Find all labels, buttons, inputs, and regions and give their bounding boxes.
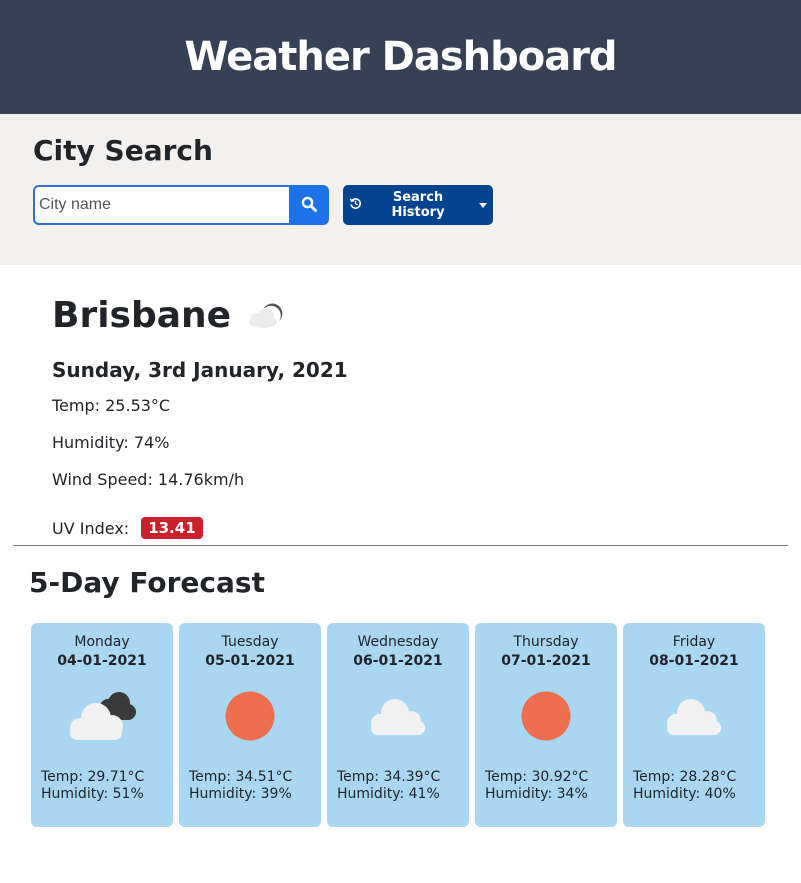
forecast-humidity: Humidity: 34% xyxy=(485,786,588,802)
uv-index-badge: 13.41 xyxy=(141,517,203,539)
search-history-label: Search History xyxy=(391,190,445,220)
current-weather: Brisbane Sunday, 3rd January, 2021 Temp:… xyxy=(0,265,801,545)
forecast-day: Friday xyxy=(672,634,716,650)
cloud-icon xyxy=(633,677,755,755)
forecast-date: 05-01-2021 xyxy=(205,653,295,669)
search-icon xyxy=(301,196,317,215)
forecast-date: 08-01-2021 xyxy=(649,653,739,669)
forecast-day: Wednesday xyxy=(357,634,439,650)
search-input-group xyxy=(33,185,329,225)
forecast-date: 04-01-2021 xyxy=(57,653,147,669)
forecast-humidity: Humidity: 51% xyxy=(41,786,144,802)
city-name: Brisbane xyxy=(52,295,232,336)
forecast-card: Wednesday 06-01-2021 Temp: 34.39°C Humid… xyxy=(327,623,469,827)
forecast-day: Monday xyxy=(74,634,130,650)
forecast-day: Thursday xyxy=(513,634,579,650)
forecast-title: 5-Day Forecast xyxy=(29,566,265,599)
forecast-humidity: Humidity: 41% xyxy=(337,786,440,802)
forecast-card: Thursday 07-01-2021 Temp: 30.92°C Humidi… xyxy=(475,623,617,827)
forecast-card: Friday 08-01-2021 Temp: 28.28°C Humidity… xyxy=(623,623,765,827)
app-header: Weather Dashboard xyxy=(0,0,801,114)
forecast-section: 5-Day Forecast Monday 04-01-2021 Temp: 2… xyxy=(0,546,801,827)
city-search-title: City Search xyxy=(33,134,213,167)
current-temp: Temp: 25.53°C xyxy=(52,396,171,415)
forecast-humidity: Humidity: 39% xyxy=(189,786,292,802)
chevron-down-icon xyxy=(479,202,487,208)
current-date: Sunday, 3rd January, 2021 xyxy=(52,358,348,382)
search-button[interactable] xyxy=(289,185,329,225)
cloudy-night-icon xyxy=(241,296,287,336)
broken-clouds-icon xyxy=(41,677,163,755)
forecast-date: 07-01-2021 xyxy=(501,653,591,669)
forecast-temp: Temp: 34.39°C xyxy=(337,769,441,785)
city-search-input[interactable] xyxy=(33,185,289,225)
forecast-day: Tuesday xyxy=(221,634,279,650)
clear-sky-icon xyxy=(485,677,607,755)
current-humidity: Humidity: 74% xyxy=(52,433,170,452)
history-icon xyxy=(349,197,362,214)
clear-sky-icon xyxy=(189,677,311,755)
forecast-card: Monday 04-01-2021 Temp: 29.71°C Humidity… xyxy=(31,623,173,827)
forecast-cards: Monday 04-01-2021 Temp: 29.71°C Humidity… xyxy=(29,623,772,827)
forecast-temp: Temp: 30.92°C xyxy=(485,769,589,785)
current-wind-speed: Wind Speed: 14.76km/h xyxy=(52,470,245,489)
city-heading-row: Brisbane xyxy=(52,295,749,336)
cloud-icon xyxy=(337,677,459,755)
forecast-humidity: Humidity: 40% xyxy=(633,786,736,802)
search-history-dropdown-button[interactable]: Search History xyxy=(343,185,493,225)
city-search-section: City Search Search Histo xyxy=(0,114,801,265)
forecast-temp: Temp: 28.28°C xyxy=(633,769,737,785)
uv-index-row: UV Index: 13.41 xyxy=(52,517,749,539)
forecast-date: 06-01-2021 xyxy=(353,653,443,669)
page-title: Weather Dashboard xyxy=(184,34,617,80)
forecast-card: Tuesday 05-01-2021 Temp: 34.51°C Humidit… xyxy=(179,623,321,827)
uv-index-label: UV Index: xyxy=(52,518,130,538)
forecast-temp: Temp: 29.71°C xyxy=(41,769,145,785)
search-row: Search History xyxy=(33,185,768,225)
forecast-temp: Temp: 34.51°C xyxy=(189,769,293,785)
